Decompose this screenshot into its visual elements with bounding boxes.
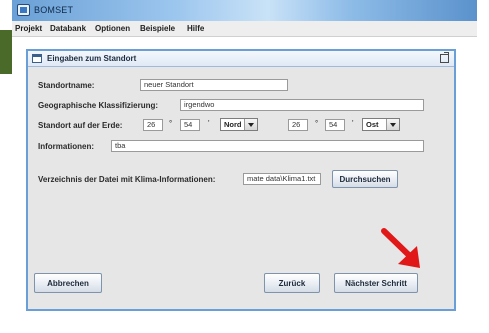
chevron-down-icon [248, 123, 254, 127]
minute-symbol: ' [352, 119, 354, 128]
menu-optionen[interactable]: Optionen [95, 24, 130, 33]
longitude-direction-value: Ost [366, 120, 379, 129]
menu-beispiele[interactable]: Beispiele [140, 24, 175, 33]
menu-bar: Projekt Databank Optionen Beispiele Hilf… [12, 21, 477, 37]
degree-symbol: ° [169, 119, 173, 128]
standortname-input[interactable]: neuer Standort [140, 79, 288, 91]
frame-title: Eingaben zum Standort [47, 54, 137, 63]
left-edge-stripe [0, 30, 12, 74]
erde-label: Standort auf der Erde: [38, 121, 123, 130]
standortname-label: Standortname: [38, 81, 95, 90]
next-step-button[interactable]: Nächster Schritt [334, 273, 418, 293]
back-button[interactable]: Zurück [264, 273, 320, 293]
cancel-button[interactable]: Abbrechen [34, 273, 102, 293]
menu-databank[interactable]: Databank [50, 24, 86, 33]
browse-button[interactable]: Durchsuchen [332, 170, 398, 188]
location-input-frame: Eingaben zum Standort Standortname: neue… [26, 49, 456, 311]
latitude-dropdown-button[interactable] [244, 119, 257, 130]
informationen-label: Informationen: [38, 142, 94, 151]
menu-hilfe[interactable]: Hilfe [187, 24, 204, 33]
longitude-degrees-input[interactable]: 26 [288, 119, 308, 131]
minute-symbol: ' [208, 119, 210, 128]
latitude-minutes-input[interactable]: 54 [180, 119, 200, 131]
longitude-minutes-input[interactable]: 54 [325, 119, 345, 131]
chevron-down-icon [390, 123, 396, 127]
informationen-input[interactable]: tba [111, 140, 424, 152]
klassifizierung-input[interactable]: irgendwo [180, 99, 424, 111]
frame-icon [32, 54, 42, 63]
klima-file-input[interactable]: mate data\Klima1.txt [243, 173, 321, 185]
title-bar[interactable]: BOMSET [12, 0, 477, 21]
menu-projekt[interactable]: Projekt [15, 24, 42, 33]
latitude-direction-value: Nord [224, 120, 242, 129]
window-title: BOMSET [34, 5, 74, 15]
app-icon [17, 4, 30, 16]
klima-label: Verzeichnis der Datei mit Klima-Informat… [38, 175, 216, 184]
frame-titlebar[interactable]: Eingaben zum Standort [28, 51, 454, 67]
klassifizierung-label: Geographische Klassifizierung: [38, 101, 159, 110]
maximize-icon[interactable] [440, 52, 449, 63]
red-arrow-annotation [381, 228, 420, 268]
application-window: BOMSET Projekt Databank Optionen Beispie… [12, 0, 489, 333]
latitude-degrees-input[interactable]: 26 [143, 119, 163, 131]
longitude-direction-select[interactable]: Ost [362, 118, 400, 131]
desktop-area: Eingaben zum Standort Standortname: neue… [12, 37, 477, 333]
degree-symbol: ° [315, 119, 319, 128]
longitude-dropdown-button[interactable] [386, 119, 399, 130]
latitude-direction-select[interactable]: Nord [220, 118, 258, 131]
